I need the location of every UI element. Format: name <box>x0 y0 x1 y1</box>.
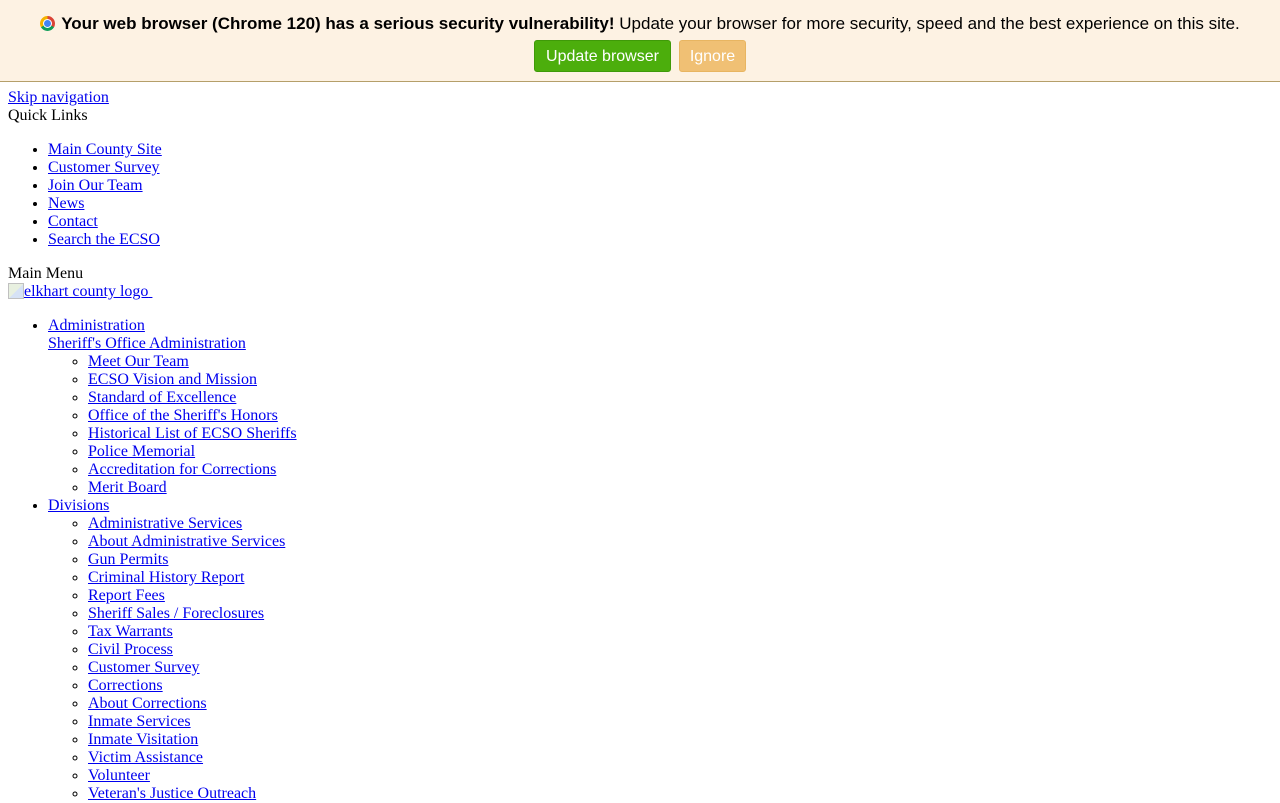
list-item: Report Fees <box>88 587 1272 605</box>
menu-item-administration: Administration Sheriff's Office Administ… <box>48 317 1272 497</box>
broken-image-icon <box>8 283 24 299</box>
quick-link-join-our-team[interactable]: Join Our Team <box>48 177 143 194</box>
update-browser-button[interactable]: Update browser <box>534 40 671 72</box>
chrome-icon <box>40 16 56 31</box>
list-item: Civil Process <box>88 641 1272 659</box>
list-item: Volunteer <box>88 767 1272 785</box>
quick-link-customer-survey[interactable]: Customer Survey <box>48 159 160 176</box>
submenu-link[interactable]: Tax Warrants <box>88 623 173 640</box>
list-item: Inmate Visitation <box>88 731 1272 749</box>
submenu-link[interactable]: Gun Permits <box>88 551 168 568</box>
list-item: Tax Warrants <box>88 623 1272 641</box>
submenu-link[interactable]: Standard of Excellence <box>88 389 236 406</box>
list-item: Contact <box>48 213 1272 231</box>
quick-link-search[interactable]: Search the ECSO <box>48 231 160 248</box>
submenu-link[interactable]: Historical List of ECSO Sheriffs <box>88 425 297 442</box>
submenu-link[interactable]: About Administrative Services <box>88 533 285 550</box>
divisions-link[interactable]: Divisions <box>48 497 109 514</box>
submenu-link[interactable]: Civil Process <box>88 641 173 658</box>
list-item: Accreditation for Corrections <box>88 461 1272 479</box>
submenu-link[interactable]: Merit Board <box>88 479 167 496</box>
list-item: ECSO Vision and Mission <box>88 371 1272 389</box>
list-item: Police Memorial <box>88 443 1272 461</box>
logo-row: elkhart county logo <box>8 283 1272 301</box>
submenu-link[interactable]: Office of the Sheriff's Honors <box>88 407 278 424</box>
list-item: Veteran's Justice Outreach <box>88 785 1272 803</box>
logo-link[interactable]: elkhart county logo <box>8 283 152 301</box>
quick-links-list: Main County Site Customer Survey Join Ou… <box>8 141 1272 249</box>
menu-item-divisions: Divisions Administrative Services About … <box>48 497 1272 803</box>
submenu-link[interactable]: Veteran's Justice Outreach <box>88 785 256 802</box>
submenu-link[interactable]: Meet Our Team <box>88 353 189 370</box>
list-item: Meet Our Team <box>88 353 1272 371</box>
quick-link-news[interactable]: News <box>48 195 84 212</box>
list-item: News <box>48 195 1272 213</box>
quick-link-main-county-site[interactable]: Main County Site <box>48 141 162 158</box>
administration-submenu: Meet Our Team ECSO Vision and Mission St… <box>48 353 1272 497</box>
list-item: Merit Board <box>88 479 1272 497</box>
submenu-link[interactable]: Administrative Services <box>88 515 242 532</box>
logo-alt-text: elkhart county logo <box>24 283 149 300</box>
list-item: Criminal History Report <box>88 569 1272 587</box>
list-item: Administrative Services <box>88 515 1272 533</box>
submenu-link[interactable]: Corrections <box>88 677 163 694</box>
list-item: Standard of Excellence <box>88 389 1272 407</box>
skip-navigation-link[interactable]: Skip navigation <box>8 89 109 107</box>
ignore-button[interactable]: Ignore <box>679 40 746 72</box>
banner-warning-text: Your web browser (Chrome 120) has a seri… <box>61 14 615 33</box>
divisions-submenu: Administrative Services About Administra… <box>48 515 1272 803</box>
submenu-link[interactable]: Accreditation for Corrections <box>88 461 276 478</box>
quick-links-heading: Quick Links <box>8 107 88 124</box>
list-item: Inmate Services <box>88 713 1272 731</box>
submenu-link[interactable]: About Corrections <box>88 695 207 712</box>
page-content: Skip navigation Quick Links Main County … <box>8 89 1272 803</box>
list-item: About Administrative Services <box>88 533 1272 551</box>
quick-link-contact[interactable]: Contact <box>48 213 98 230</box>
submenu-link[interactable]: ECSO Vision and Mission <box>88 371 257 388</box>
list-item: Main County Site <box>48 141 1272 159</box>
submenu-link[interactable]: Police Memorial <box>88 443 195 460</box>
banner-message: Your web browser (Chrome 120) has a seri… <box>0 13 1280 35</box>
banner-description: Update your browser for more security, s… <box>614 14 1240 33</box>
submenu-link[interactable]: Criminal History Report <box>88 569 244 586</box>
main-menu-heading: Main Menu <box>8 265 84 282</box>
submenu-link[interactable]: Victim Assistance <box>88 749 203 766</box>
list-item: Search the ECSO <box>48 231 1272 249</box>
list-item: Sheriff Sales / Foreclosures <box>88 605 1272 623</box>
banner-buttons: Update browser Ignore <box>0 40 1280 72</box>
submenu-link[interactable]: Report Fees <box>88 587 165 604</box>
list-item: Gun Permits <box>88 551 1272 569</box>
submenu-link[interactable]: Inmate Visitation <box>88 731 198 748</box>
list-item: Victim Assistance <box>88 749 1272 767</box>
list-item: Join Our Team <box>48 177 1272 195</box>
list-item: About Corrections <box>88 695 1272 713</box>
submenu-link[interactable]: Sheriff Sales / Foreclosures <box>88 605 264 622</box>
list-item: Historical List of ECSO Sheriffs <box>88 425 1272 443</box>
administration-link[interactable]: Administration <box>48 317 145 334</box>
browser-update-banner: Your web browser (Chrome 120) has a seri… <box>0 0 1280 82</box>
list-item: Corrections <box>88 677 1272 695</box>
list-item: Office of the Sheriff's Honors <box>88 407 1272 425</box>
sheriffs-office-administration-link[interactable]: Sheriff's Office Administration <box>48 335 246 352</box>
list-item: Customer Survey <box>88 659 1272 677</box>
submenu-link[interactable]: Inmate Services <box>88 713 191 730</box>
list-item: Customer Survey <box>48 159 1272 177</box>
submenu-link[interactable]: Customer Survey <box>88 659 200 676</box>
main-menu-list: Administration Sheriff's Office Administ… <box>8 317 1272 803</box>
submenu-link[interactable]: Volunteer <box>88 767 150 784</box>
